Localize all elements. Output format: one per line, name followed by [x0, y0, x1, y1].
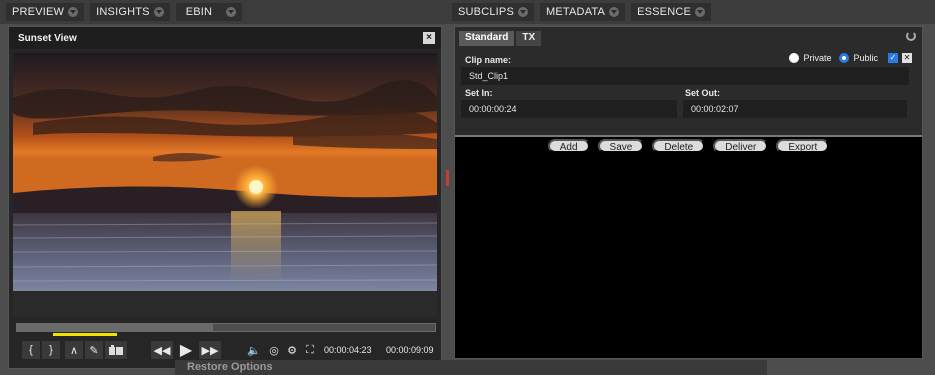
top-tab-bar: PREVIEW INSIGHTS EBIN SUBCLIPS METADATA …: [0, 0, 935, 24]
video-frame[interactable]: [13, 53, 437, 291]
mark-out-button[interactable]: }: [42, 341, 60, 359]
set-out-label: Set Out:: [685, 88, 720, 98]
tab-tx[interactable]: TX: [516, 31, 542, 46]
duration-time: 00:00:09:09: [386, 345, 434, 355]
tab-insights[interactable]: INSIGHTS: [90, 3, 170, 21]
chevron-down-icon[interactable]: [153, 7, 164, 17]
subclips-panel: Standard TX Clip name: Private Public ✓ …: [454, 26, 923, 359]
edit-icon[interactable]: ✎: [85, 341, 103, 359]
tab-metadata[interactable]: METADATA: [540, 3, 626, 21]
chevron-down-icon[interactable]: [226, 7, 237, 17]
set-out-field[interactable]: 00:00:02:07: [683, 100, 907, 118]
add-button[interactable]: Add: [547, 139, 590, 153]
clip-name-field[interactable]: Std_Clip1: [461, 67, 909, 85]
prev-marker-button[interactable]: ∧: [65, 341, 83, 359]
settings-gear-icon[interactable]: ⚙: [283, 341, 301, 359]
delete-button[interactable]: Delete: [652, 139, 706, 153]
public-radio[interactable]: [839, 53, 850, 63]
form-divider: [455, 135, 922, 137]
left-tab-group: PREVIEW INSIGHTS EBIN: [6, 3, 243, 21]
private-label: Private: [803, 53, 832, 63]
clip-tools-glyph: [109, 345, 123, 355]
tab-label: ESSENCE: [637, 6, 692, 18]
private-radio[interactable]: [789, 53, 800, 63]
subclip-actions: Add Save Delete Deliver Export: [455, 139, 922, 153]
refresh-icon[interactable]: [906, 31, 916, 41]
tab-ebin[interactable]: EBIN: [175, 3, 243, 21]
tab-label: METADATA: [546, 6, 606, 18]
clear-icon[interactable]: ✕: [902, 53, 912, 63]
clip-name-label: Clip name:: [465, 55, 512, 65]
right-tab-group: SUBCLIPS METADATA ESSENCE: [452, 3, 712, 21]
checkbox-checked-icon[interactable]: ✓: [888, 53, 898, 63]
tab-preview[interactable]: PREVIEW: [6, 3, 85, 21]
restore-options-bar[interactable]: Restore Options: [175, 360, 767, 375]
deliver-button[interactable]: Deliver: [713, 139, 769, 153]
mark-in-button[interactable]: {: [22, 341, 40, 359]
fast-forward-button[interactable]: ▶▶: [199, 341, 221, 359]
restore-options-label: Restore Options: [187, 361, 273, 373]
in-out-range-marker: [53, 333, 117, 336]
chevron-down-icon[interactable]: [609, 7, 620, 17]
tab-label: EBIN: [185, 6, 213, 18]
snapshot-icon[interactable]: ◎: [265, 341, 283, 359]
tab-essence[interactable]: ESSENCE: [631, 3, 712, 21]
chevron-down-icon[interactable]: [68, 7, 79, 17]
chevron-down-icon[interactable]: [695, 7, 706, 17]
panel-splitter-handle[interactable]: [446, 170, 449, 186]
public-label: Public: [853, 53, 878, 63]
set-in-field[interactable]: 00:00:00:24: [461, 100, 677, 118]
fullscreen-icon[interactable]: ⛶: [301, 341, 319, 359]
chevron-down-icon[interactable]: [518, 7, 529, 17]
set-in-label: Set In:: [465, 88, 493, 98]
video-letterbox: [13, 291, 437, 317]
preview-panel: Sunset View × {} ∧ ✎ ◀◀ ▶ ▶▶ 🔈 ◎ ⚙ ⛶ 00…: [8, 26, 442, 369]
tab-standard[interactable]: Standard: [459, 31, 515, 46]
timeline-progress: [17, 324, 214, 331]
play-button[interactable]: ▶: [175, 341, 197, 359]
tab-label: SUBCLIPS: [458, 6, 515, 18]
subclip-tabs: Standard TX: [459, 31, 542, 46]
volume-icon[interactable]: 🔈: [245, 341, 263, 359]
subclip-form: Standard TX Clip name: Private Public ✓ …: [455, 27, 922, 135]
tab-label: PREVIEW: [12, 6, 65, 18]
clip-tools-icon[interactable]: [105, 341, 127, 359]
save-button[interactable]: Save: [597, 139, 645, 153]
tab-label: INSIGHTS: [96, 6, 150, 18]
viewer-title-bar: Sunset View ×: [9, 27, 441, 49]
visibility-options: Private Public ✓ ✕: [789, 53, 912, 63]
close-icon[interactable]: ×: [423, 32, 435, 44]
rewind-button[interactable]: ◀◀: [151, 341, 173, 359]
timeline-scrubber[interactable]: [16, 323, 436, 332]
viewer-title: Sunset View: [18, 32, 77, 44]
current-time: 00:00:04:23: [324, 345, 372, 355]
sunset-image: [13, 53, 437, 291]
export-button[interactable]: Export: [776, 139, 830, 153]
tab-subclips[interactable]: SUBCLIPS: [452, 3, 535, 21]
